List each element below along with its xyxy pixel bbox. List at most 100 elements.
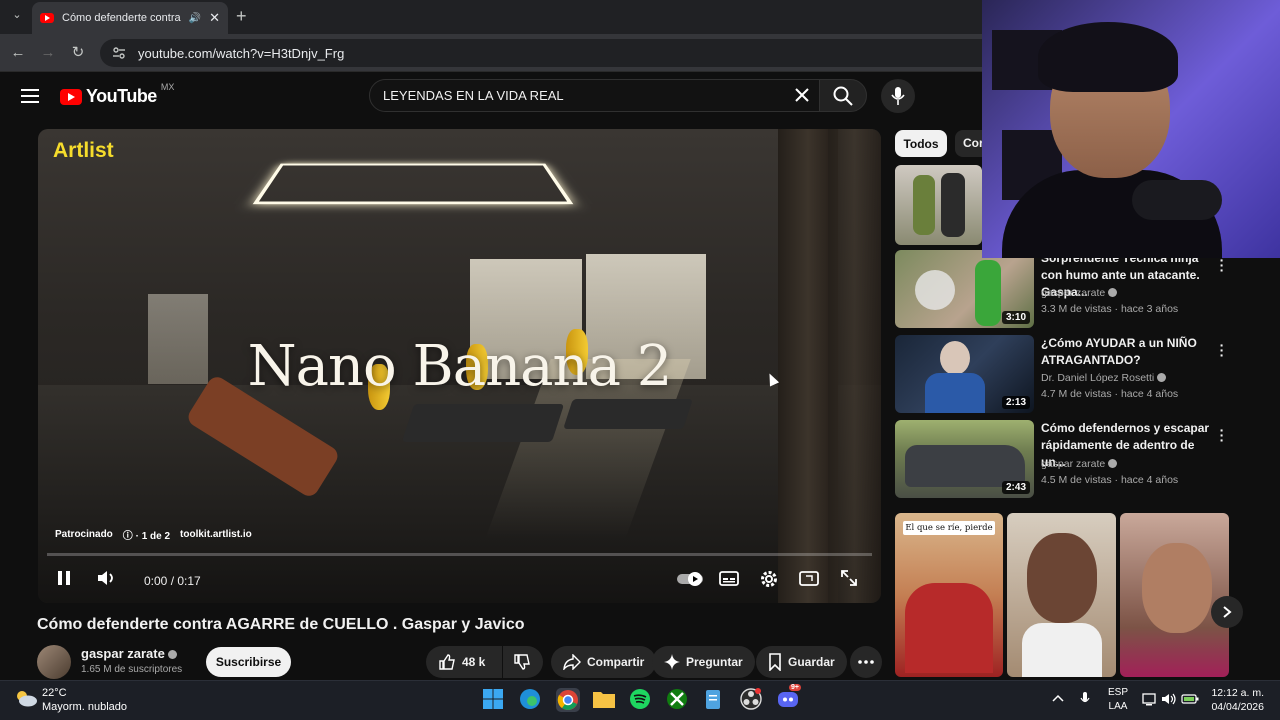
browser-tab[interactable]: Cómo defenderte contra A 🔊 ✕ bbox=[32, 2, 228, 34]
spotify-icon[interactable] bbox=[629, 688, 653, 712]
microphone-tray-icon[interactable] bbox=[1080, 691, 1090, 707]
artlist-logo[interactable]: Artlist bbox=[53, 139, 114, 163]
battery-icon[interactable] bbox=[1181, 693, 1199, 705]
rec-channel[interactable]: gaspar zarate bbox=[1041, 287, 1118, 299]
share-button[interactable]: Compartir bbox=[551, 646, 657, 678]
weather-temperature[interactable]: 22°C bbox=[42, 687, 67, 699]
ceiling-light bbox=[252, 163, 574, 205]
windows-start-icon[interactable] bbox=[482, 688, 506, 712]
pause-icon[interactable] bbox=[56, 569, 72, 587]
chevron-right-icon bbox=[1222, 605, 1232, 619]
tab-search-icon[interactable]: ⌄ bbox=[8, 8, 26, 26]
clear-search-icon[interactable] bbox=[794, 87, 810, 103]
rec-channel[interactable]: gaspar zarate bbox=[1041, 458, 1118, 470]
rec-thumbnail[interactable]: 2:13 bbox=[895, 335, 1034, 413]
ask-label: Preguntar bbox=[686, 655, 743, 669]
url-text: youtube.com/watch?v=H3tDnjv_Frg bbox=[138, 45, 345, 61]
channel-avatar[interactable] bbox=[37, 645, 71, 679]
short-thumbnail[interactable] bbox=[1120, 513, 1229, 677]
settings-icon[interactable] bbox=[759, 569, 779, 589]
chip-all[interactable]: Todos bbox=[895, 130, 947, 157]
short-thumbnail[interactable] bbox=[1007, 513, 1116, 677]
site-info-icon[interactable] bbox=[112, 46, 126, 60]
obs-icon[interactable] bbox=[740, 688, 764, 712]
chevron-up-icon[interactable] bbox=[1052, 693, 1064, 703]
youtube-logo[interactable]: YouTube MX bbox=[60, 82, 174, 107]
xbox-icon[interactable] bbox=[666, 688, 690, 712]
rec-thumbnail[interactable]: 2:43 bbox=[895, 420, 1034, 498]
edge-icon[interactable] bbox=[519, 688, 543, 712]
next-shorts-button[interactable] bbox=[1211, 596, 1243, 628]
duration-badge: 2:43 bbox=[1001, 481, 1030, 494]
more-actions-button[interactable] bbox=[850, 646, 882, 678]
reload-icon[interactable]: ↻ bbox=[68, 44, 88, 62]
ad-info[interactable]: ⓘ · 1 de 2 bbox=[123, 527, 170, 542]
more-vertical-icon[interactable]: · · · bbox=[1219, 423, 1225, 447]
rec-channel-text: gaspar zarate bbox=[1041, 287, 1106, 299]
more-vertical-icon[interactable]: · · · bbox=[1219, 253, 1225, 277]
short-caption: El que se ríe, pierde bbox=[903, 521, 995, 535]
volume-icon[interactable] bbox=[96, 569, 116, 587]
ad-link[interactable]: toolkit.artlist.io bbox=[180, 529, 252, 540]
duration-badge: 2:13 bbox=[1001, 396, 1030, 409]
save-button[interactable]: Guardar bbox=[756, 646, 847, 678]
ask-button[interactable]: Preguntar bbox=[652, 646, 755, 678]
subscribe-button[interactable]: Suscribirse bbox=[206, 647, 291, 677]
fullscreen-icon[interactable] bbox=[840, 569, 858, 587]
weather-description[interactable]: Mayorm. nublado bbox=[42, 701, 127, 713]
webcam-person-hair bbox=[1038, 22, 1178, 92]
close-tab-icon[interactable]: ✕ bbox=[209, 10, 220, 26]
thumbnail-face bbox=[1027, 533, 1097, 623]
chrome-icon[interactable] bbox=[556, 688, 580, 712]
logo-text: YouTube bbox=[86, 86, 157, 106]
captions-icon[interactable] bbox=[719, 569, 739, 587]
thumbnail-figure bbox=[975, 260, 1001, 326]
video-player[interactable]: Artlist Nano Banana 2 Patrocinado ⓘ · 1 … bbox=[38, 129, 881, 603]
weather-icon[interactable] bbox=[14, 688, 38, 708]
speaker-icon[interactable]: 🔊 bbox=[189, 13, 201, 24]
bookmark-icon bbox=[768, 653, 782, 671]
rec-thumbnail[interactable]: 3:10 bbox=[895, 250, 1034, 328]
forward-icon[interactable]: → bbox=[38, 44, 58, 62]
channel-name[interactable]: gaspar zarate bbox=[81, 646, 177, 661]
volume-tray-icon[interactable] bbox=[1161, 692, 1177, 706]
progress-bar[interactable] bbox=[47, 553, 872, 556]
clock-date[interactable]: 04/04/2026 bbox=[1198, 701, 1264, 713]
voice-search-button[interactable] bbox=[881, 79, 915, 113]
rec-thumbnail[interactable] bbox=[895, 165, 982, 245]
address-bar[interactable]: youtube.com/watch?v=H3tDnjv_Frg bbox=[100, 39, 982, 67]
like-button[interactable]: 48 k bbox=[426, 646, 502, 678]
file-explorer-icon[interactable] bbox=[592, 688, 616, 712]
menu-icon[interactable] bbox=[21, 88, 39, 104]
video-overlay-title: Nano Banana 2 bbox=[247, 334, 673, 399]
thumbnail-smoke bbox=[915, 270, 955, 310]
autoplay-toggle[interactable] bbox=[676, 571, 704, 587]
rec-title[interactable]: ¿Cómo AYUDAR a un NIÑO ATRAGANTADO? bbox=[1041, 335, 1213, 369]
tab-title: Cómo defenderte contra A bbox=[62, 12, 181, 24]
clock-time[interactable]: 12:12 a. m. bbox=[1198, 687, 1264, 699]
notepad-icon[interactable] bbox=[703, 688, 727, 712]
discord-icon[interactable]: 9+ bbox=[777, 684, 801, 712]
new-tab-icon[interactable]: + bbox=[236, 6, 247, 27]
back-icon[interactable]: ← bbox=[8, 44, 28, 62]
network-icon[interactable] bbox=[1142, 692, 1156, 706]
thumbnail-group bbox=[905, 583, 993, 673]
rec-meta: 4.7 M de vistas · hace 4 años bbox=[1041, 388, 1179, 400]
player-controls: 0:00 / 0:17 bbox=[38, 561, 881, 601]
verified-icon bbox=[1108, 459, 1118, 468]
share-label: Compartir bbox=[587, 655, 645, 669]
rec-channel-text: gaspar zarate bbox=[1041, 458, 1106, 470]
short-thumbnail[interactable]: El que se ríe, pierde bbox=[895, 513, 1003, 677]
rec-channel[interactable]: Dr. Daniel López Rosetti bbox=[1041, 372, 1167, 384]
search-input[interactable]: LEYENDAS EN LA VIDA REAL bbox=[369, 79, 820, 112]
sponsor-bar: Patrocinado ⓘ · 1 de 2 toolkit.artlist.i… bbox=[55, 527, 252, 542]
language-indicator[interactable]: ESP bbox=[1106, 687, 1130, 698]
verified-icon bbox=[1108, 288, 1118, 297]
info-icon[interactable]: ⓘ bbox=[123, 531, 133, 542]
search-button[interactable] bbox=[819, 79, 867, 112]
more-vertical-icon[interactable]: · · · bbox=[1219, 338, 1225, 362]
treadmill bbox=[401, 404, 565, 442]
theater-mode-icon[interactable] bbox=[799, 569, 819, 587]
keyboard-layout[interactable]: LAA bbox=[1106, 701, 1130, 712]
dislike-button[interactable] bbox=[503, 646, 543, 678]
